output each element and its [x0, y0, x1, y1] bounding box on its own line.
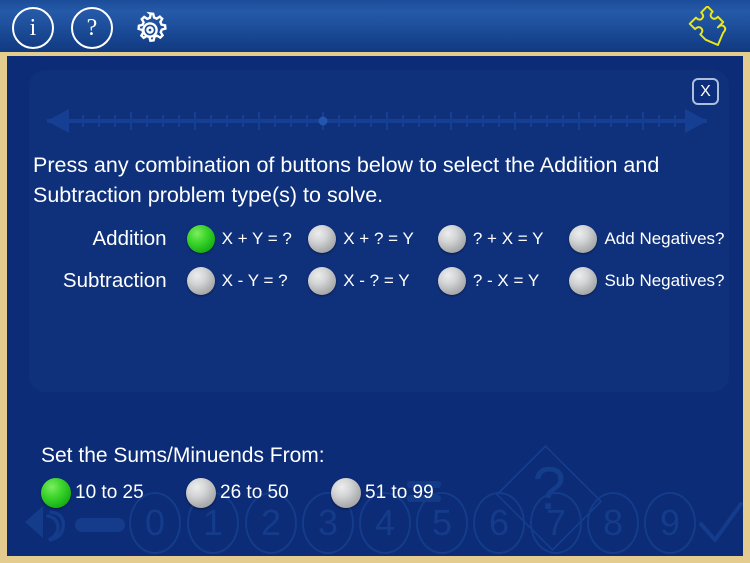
option-addition-x-plus-y[interactable]: X + Y = ? — [186, 225, 309, 253]
option-subtraction-unknown-minus-x[interactable]: ? - X = Y — [437, 267, 570, 295]
option-toggle-indicator[interactable] — [308, 267, 337, 295]
keypad-key-9[interactable]: 9 — [644, 492, 696, 554]
question-mark-icon[interactable]: ? — [71, 7, 113, 49]
stage-inner: ? 0 1 2 3 4 5 6 7 8 9 X Press any combin… — [7, 56, 743, 556]
option-label: ? + X = Y — [472, 229, 544, 248]
subtraction-option-row: Subtraction X - Y = ? X - ? = Y ? - X = … — [29, 260, 729, 302]
check-mark-icon[interactable] — [697, 500, 743, 548]
range-section-title: Set the Sums/Minuends From: — [41, 444, 325, 467]
option-label: X + Y = ? — [221, 229, 292, 248]
option-label: X - Y = ? — [221, 271, 288, 290]
range-toggle-indicator[interactable] — [41, 478, 71, 508]
option-toggle-indicator[interactable] — [308, 225, 337, 253]
game-stage: ? 0 1 2 3 4 5 6 7 8 9 X Press any combin… — [0, 56, 750, 563]
puzzle-piece-icon[interactable] — [678, 5, 736, 50]
range-option-row: 10 to 25 26 to 50 51 to 99 — [41, 476, 541, 510]
app-root: i ? ? 0 1 2 3 4 5 6 7 8 9 X Press any co… — [0, 0, 750, 563]
range-option-26-to-50[interactable]: 26 to 50 — [186, 478, 331, 508]
range-toggle-indicator[interactable] — [186, 478, 216, 508]
range-toggle-indicator[interactable] — [331, 478, 361, 508]
gear-icon[interactable] — [128, 8, 172, 52]
option-addition-x-plus-unknown[interactable]: X + ? = Y — [308, 225, 438, 253]
option-toggle-indicator[interactable] — [186, 267, 215, 295]
addition-row-label: Addition — [92, 227, 167, 250]
range-option-10-to-25[interactable]: 10 to 25 — [41, 478, 186, 508]
keypad-key-8[interactable]: 8 — [587, 492, 639, 554]
range-option-label: 26 to 50 — [220, 482, 289, 503]
option-label: Sub Negatives? — [604, 271, 725, 290]
gear-icon-svg — [137, 11, 167, 42]
option-toggle-indicator[interactable] — [569, 267, 598, 295]
option-addition-unknown-plus-x[interactable]: ? + X = Y — [437, 225, 570, 253]
minus-icon[interactable] — [75, 518, 125, 532]
option-subtraction-x-minus-unknown[interactable]: X - ? = Y — [308, 267, 438, 295]
subtraction-row-label: Subtraction — [62, 269, 167, 292]
top-toolbar: i ? — [0, 0, 750, 56]
question-mark-icon-glyph: ? — [71, 7, 113, 49]
range-option-label: 51 to 99 — [365, 482, 434, 503]
option-toggle-indicator[interactable] — [186, 225, 215, 253]
option-subtraction-x-minus-y[interactable]: X - Y = ? — [186, 267, 309, 295]
dialog-instructions: Press any combination of buttons below t… — [33, 153, 660, 207]
option-label: Add Negatives? — [604, 229, 725, 248]
option-toggle-indicator[interactable] — [437, 225, 466, 253]
option-toggle-indicator[interactable] — [437, 267, 466, 295]
info-icon-glyph: i — [12, 7, 54, 49]
option-label: X - ? = Y — [343, 271, 410, 290]
close-icon[interactable]: X — [692, 78, 719, 105]
option-sub-negatives[interactable]: Sub Negatives? — [569, 267, 729, 295]
option-toggle-indicator[interactable] — [569, 225, 598, 253]
addition-option-row: Addition X + Y = ? X + ? = Y ? + X = Y A… — [29, 218, 729, 260]
range-option-51-to-99[interactable]: 51 to 99 — [331, 478, 434, 508]
info-icon[interactable]: i — [12, 7, 54, 49]
option-label: ? - X = Y — [472, 271, 540, 290]
puzzle-piece-icon-svg — [688, 5, 727, 46]
range-option-label: 10 to 25 — [75, 482, 144, 503]
problem-type-dialog: X Press any combination of buttons below… — [29, 70, 729, 392]
option-add-negatives[interactable]: Add Negatives? — [569, 225, 729, 253]
option-label: X + ? = Y — [343, 229, 414, 248]
